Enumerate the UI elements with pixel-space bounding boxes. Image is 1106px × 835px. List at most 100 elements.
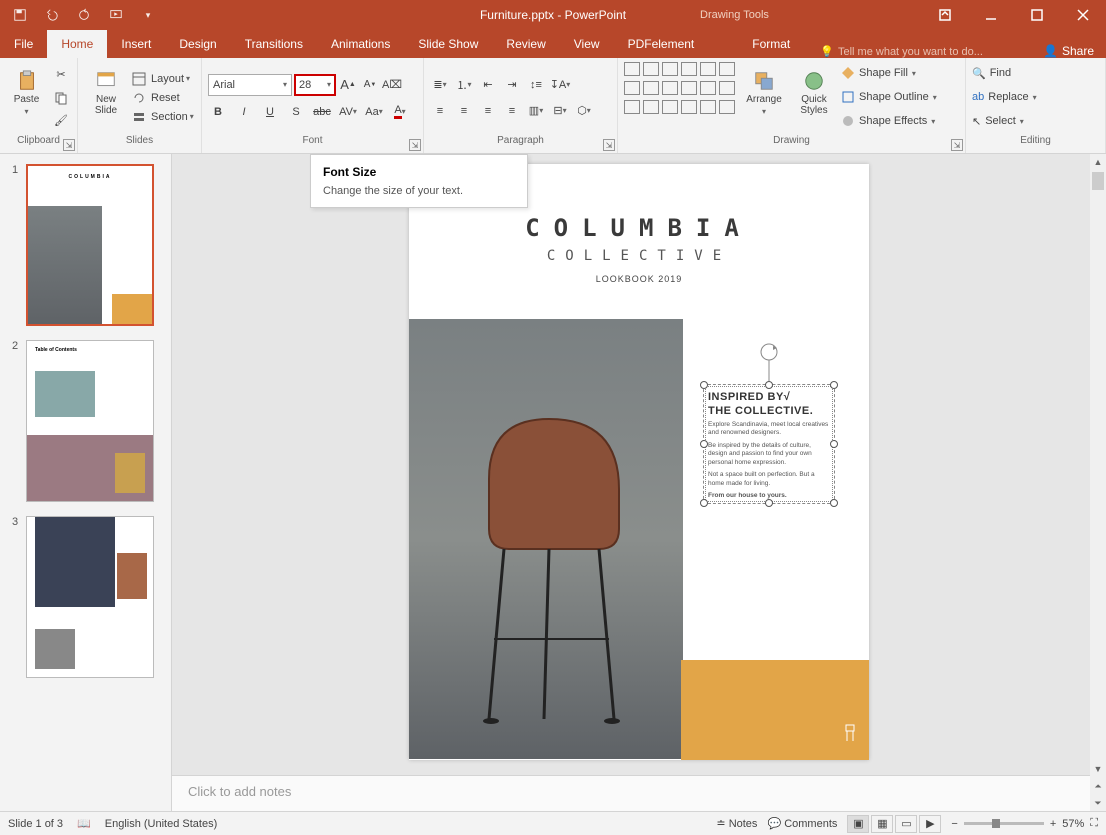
ribbon-display-options-icon[interactable] (922, 0, 968, 30)
scroll-down-icon[interactable]: ▼ (1090, 761, 1106, 777)
tab-design[interactable]: Design (165, 30, 230, 58)
reading-view-icon[interactable]: ▭ (895, 815, 917, 833)
tab-transitions[interactable]: Transitions (231, 30, 317, 58)
paste-button[interactable]: Paste ▾ (6, 62, 47, 124)
arrange-button[interactable]: Arrange▾ (741, 62, 787, 124)
slideshow-view-icon[interactable]: ▶ (919, 815, 941, 833)
prev-slide-icon[interactable]: ⏶ (1090, 778, 1106, 794)
shadow-icon[interactable]: S (286, 102, 306, 122)
selected-textbox[interactable]: INSPIRED BY√ THE COLLECTIVE. Explore Sca… (703, 384, 835, 504)
undo-icon[interactable] (40, 3, 64, 27)
align-center-icon[interactable]: ≡ (454, 101, 474, 121)
copy-icon[interactable] (51, 88, 71, 108)
zoom-level[interactable]: 57% (1062, 818, 1084, 830)
slide-canvas[interactable]: COLUMBIA COLLECTIVE LOOKBOOK 2019 (409, 164, 869, 760)
status-language[interactable]: English (United States) (105, 818, 218, 830)
paragraph-launcher-icon[interactable]: ⇲ (603, 139, 615, 151)
sorter-view-icon[interactable]: ▦ (871, 815, 893, 833)
format-painter-icon[interactable]: 🖌 (51, 111, 71, 131)
cut-icon[interactable]: ✂ (51, 65, 71, 85)
chair-image[interactable] (409, 319, 683, 759)
bullets-icon[interactable]: ≣▾ (430, 75, 450, 95)
decrease-font-icon[interactable]: A▼ (360, 75, 380, 95)
textbox-p1[interactable]: Explore Scandinavia, meet local creative… (704, 419, 834, 440)
line-spacing-icon[interactable]: ↕≡ (526, 75, 546, 95)
tab-format[interactable]: Format (738, 30, 804, 58)
numbering-icon[interactable]: ⒈▾ (454, 75, 474, 95)
clear-formatting-icon[interactable]: A⌧ (382, 75, 402, 95)
replace-button[interactable]: abReplace▾ (972, 86, 1037, 108)
zoom-slider[interactable] (964, 822, 1044, 825)
slide-thumbnail-2[interactable]: Table of Contents (26, 340, 154, 502)
reset-button[interactable]: Reset (132, 91, 194, 105)
tab-view[interactable]: View (560, 30, 614, 58)
slide-thumbnail-3[interactable] (26, 516, 154, 678)
tab-review[interactable]: Review (492, 30, 559, 58)
font-size-combo[interactable]: 28▾ (294, 74, 336, 96)
increase-indent-icon[interactable]: ⇥ (502, 75, 522, 95)
tab-animations[interactable]: Animations (317, 30, 404, 58)
slide-thumbnail-1[interactable]: COLUMBIA (26, 164, 154, 326)
tell-me-search[interactable]: 💡 Tell me what you want to do... (820, 45, 983, 58)
justify-icon[interactable]: ≡ (502, 101, 522, 121)
italic-icon[interactable]: I (234, 102, 254, 122)
save-icon[interactable] (8, 3, 32, 27)
textbox-p2[interactable]: Be inspired by the details of culture, d… (704, 440, 834, 469)
text-direction-icon[interactable]: ↧A▾ (550, 75, 570, 95)
shape-effects-button[interactable]: Shape Effects▾ (841, 110, 937, 132)
minimize-icon[interactable] (968, 0, 1014, 30)
shapes-gallery[interactable] (624, 62, 737, 133)
slide-lookbook[interactable]: LOOKBOOK 2019 (409, 274, 869, 284)
change-case-icon[interactable]: Aa▾ (364, 102, 384, 122)
columns-icon[interactable]: ▥▾ (526, 101, 546, 121)
find-button[interactable]: 🔍Find (972, 62, 1037, 84)
close-icon[interactable] (1060, 0, 1106, 30)
scroll-up-icon[interactable]: ▲ (1090, 154, 1106, 170)
align-right-icon[interactable]: ≡ (478, 101, 498, 121)
tab-home[interactable]: Home (47, 30, 107, 58)
zoom-in-icon[interactable]: + (1050, 818, 1056, 830)
redo-icon[interactable] (72, 3, 96, 27)
new-slide-button[interactable]: New Slide (84, 62, 128, 124)
slide-subtitle[interactable]: COLLECTIVE (409, 248, 869, 264)
strikethrough-icon[interactable]: abc (312, 102, 332, 122)
fit-to-window-icon[interactable]: ⛶ (1090, 817, 1098, 830)
rotate-handle-icon[interactable] (758, 341, 780, 381)
vertical-scrollbar[interactable]: ▲ ▼ ⏶ ⏷ (1090, 154, 1106, 811)
tab-insert[interactable]: Insert (107, 30, 165, 58)
increase-font-icon[interactable]: A▲ (338, 75, 358, 95)
layout-button[interactable]: Layout▾ (132, 72, 194, 86)
clipboard-launcher-icon[interactable]: ⇲ (63, 139, 75, 151)
align-text-icon[interactable]: ⊟▾ (550, 101, 570, 121)
qat-customize-icon[interactable]: ▾ (136, 3, 160, 27)
normal-view-icon[interactable]: ▣ (847, 815, 869, 833)
textbox-p3[interactable]: Not a space built on perfection. But a h… (704, 469, 834, 490)
maximize-icon[interactable] (1014, 0, 1060, 30)
start-from-beginning-icon[interactable] (104, 3, 128, 27)
textbox-heading2[interactable]: THE COLLECTIVE. (704, 405, 834, 419)
decrease-indent-icon[interactable]: ⇤ (478, 75, 498, 95)
orange-block[interactable] (681, 660, 869, 760)
section-button[interactable]: Section▾ (132, 110, 194, 124)
align-left-icon[interactable]: ≡ (430, 101, 450, 121)
char-spacing-icon[interactable]: AV▾ (338, 102, 358, 122)
quick-styles-button[interactable]: Quick Styles (791, 62, 837, 124)
zoom-out-icon[interactable]: − (951, 818, 957, 830)
bold-icon[interactable]: B (208, 102, 228, 122)
notes-toggle[interactable]: ≐ Notes (716, 817, 757, 830)
drawing-launcher-icon[interactable]: ⇲ (951, 139, 963, 151)
spellcheck-icon[interactable]: 📖 (77, 817, 91, 830)
tab-pdfelement[interactable]: PDFelement (614, 30, 709, 58)
font-launcher-icon[interactable]: ⇲ (409, 139, 421, 151)
share-button[interactable]: 👤Share (1031, 44, 1106, 58)
slide-title[interactable]: COLUMBIA (409, 214, 869, 242)
notes-pane[interactable]: Click to add notes (172, 775, 1106, 811)
tab-slideshow[interactable]: Slide Show (404, 30, 492, 58)
font-color-icon[interactable]: A▾ (390, 102, 410, 122)
font-name-combo[interactable]: Arial▾ (208, 74, 292, 96)
shape-fill-button[interactable]: Shape Fill▾ (841, 62, 937, 84)
select-button[interactable]: ↖Select▾ (972, 110, 1037, 132)
underline-icon[interactable]: U (260, 102, 280, 122)
shape-outline-button[interactable]: Shape Outline▾ (841, 86, 937, 108)
comments-toggle[interactable]: 💬 Comments (767, 817, 837, 830)
